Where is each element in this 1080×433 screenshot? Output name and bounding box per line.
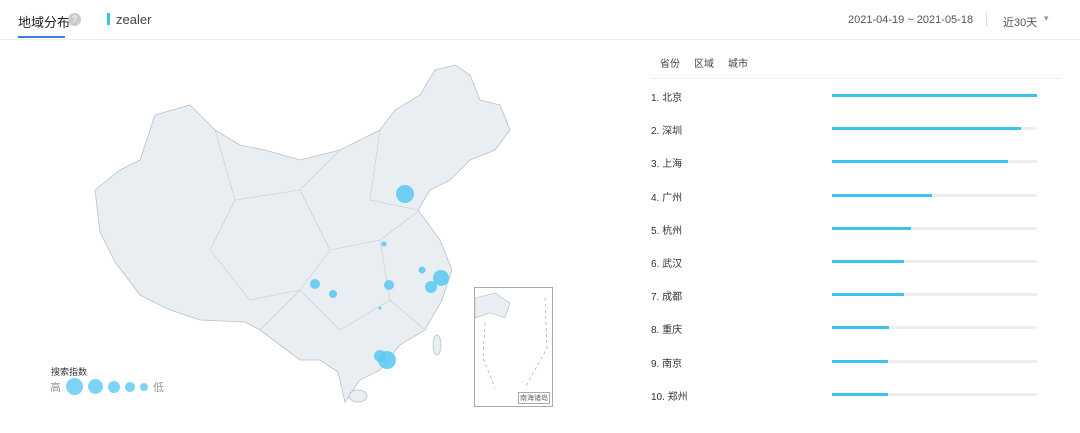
ranking-bar-fill xyxy=(832,392,889,396)
ranking-bar-track xyxy=(832,94,1037,97)
ranking-row: 8. 重庆 xyxy=(651,321,1051,337)
ranking-bar-fill xyxy=(832,193,933,197)
bubble-guangzhou[interactable] xyxy=(374,350,386,362)
ranking-bar-fill xyxy=(832,359,889,363)
ranking-row: 1. 北京 xyxy=(651,89,1051,104)
legend-dot xyxy=(140,382,148,391)
hainan xyxy=(348,389,368,403)
south-china-sea-inset: 南海诸岛 xyxy=(474,287,553,407)
bubble-nanjing[interactable] xyxy=(418,266,426,274)
legend-high: 高 xyxy=(50,381,61,394)
ranking-bar-track xyxy=(832,226,1037,230)
ranking-label: 1. 北京 xyxy=(651,93,683,104)
ranking-row: 7. 成都 xyxy=(651,288,1051,304)
bubble-small[interactable] xyxy=(378,306,382,310)
china-outline xyxy=(94,64,511,403)
legend-low: 低 xyxy=(153,381,164,394)
ranking-row: 3. 上海 xyxy=(651,155,1051,171)
ranking-label: 7. 成都 xyxy=(651,292,683,304)
ranking-bar-track xyxy=(832,392,1037,396)
taiwan xyxy=(432,334,442,356)
ranking-row: 6. 武汉 xyxy=(651,255,1051,270)
ranking-bar-track xyxy=(832,293,1037,297)
bubble-chengdu[interactable] xyxy=(310,279,320,289)
active-tab-underline xyxy=(18,36,65,38)
tab-city[interactable]: 城市 xyxy=(728,55,748,70)
ranking-label: 5. 杭州 xyxy=(651,225,683,237)
keyword-color-marker xyxy=(107,13,110,25)
legend-dot xyxy=(125,381,135,392)
help-icon[interactable]: ? xyxy=(68,13,81,26)
size-legend: 高 低 xyxy=(50,378,164,395)
ranking-label: 9. 南京 xyxy=(651,358,683,370)
divider xyxy=(650,78,1062,79)
ranking-row: 4. 广州 xyxy=(651,189,1051,204)
bubble-hangzhou[interactable] xyxy=(425,281,437,293)
date-range[interactable]: 2021-04-19 ~ 2021-05-18 xyxy=(848,14,973,26)
ranking-label: 8. 重庆 xyxy=(651,325,683,337)
ranking-label: 10. 郑州 xyxy=(651,391,688,403)
ranking-bar-fill xyxy=(832,160,1009,164)
inset-label: 南海诸岛 xyxy=(518,392,550,404)
ranking-bar-fill xyxy=(832,127,1021,131)
ranking-bar-fill xyxy=(832,326,890,330)
bubble-wuhan[interactable] xyxy=(384,280,394,290)
divider xyxy=(986,13,987,26)
chevron-down-icon[interactable]: ▾ xyxy=(1044,13,1049,24)
period-select[interactable]: 近30天 xyxy=(1003,14,1037,30)
ranking-row: 2. 深圳 xyxy=(651,122,1051,138)
ranking-label: 2. 深圳 xyxy=(651,126,683,138)
page-title: 地域分布 xyxy=(18,15,71,30)
ranking-label: 3. 上海 xyxy=(651,159,683,171)
ranking-row: 10. 郑州 xyxy=(651,388,1051,403)
legend-title: 搜索指数 xyxy=(51,367,88,377)
ranking-bar-track xyxy=(832,326,1037,330)
ranking-bar-fill xyxy=(832,94,1037,97)
tab-province[interactable]: 省份 xyxy=(660,55,680,70)
ranking-bar-track xyxy=(832,127,1037,131)
bubble-zhengzhou[interactable] xyxy=(381,241,387,247)
inset-map xyxy=(474,292,548,389)
legend-dot xyxy=(88,379,103,394)
bubble-beijing[interactable] xyxy=(396,185,414,203)
bubble-chongqing[interactable] xyxy=(329,290,337,298)
legend-dot xyxy=(108,380,120,393)
ranking-row: 5. 杭州 xyxy=(651,222,1051,237)
legend-dot xyxy=(66,378,83,395)
ranking-bar-fill xyxy=(832,226,911,230)
ranking-label: 4. 广州 xyxy=(651,192,683,204)
tab-region[interactable]: 区域 xyxy=(694,55,714,70)
ranking-bar-fill xyxy=(832,293,904,297)
keyword-label: zealer xyxy=(116,12,152,27)
ranking-row: 9. 南京 xyxy=(651,355,1051,370)
ranking-bar-track xyxy=(832,160,1037,164)
region-tabs: 省份 区域 城市 xyxy=(660,55,748,70)
ranking-bar-track xyxy=(832,193,1037,197)
ranking-bar-track xyxy=(832,260,1037,263)
ranking-bar-fill xyxy=(832,260,904,263)
header: 地域分布 ? zealer 2021-04-19 ~ 2021-05-18 近3… xyxy=(0,0,1080,40)
ranking-bar-track xyxy=(832,359,1037,363)
ranking-label: 6. 武汉 xyxy=(651,259,683,270)
